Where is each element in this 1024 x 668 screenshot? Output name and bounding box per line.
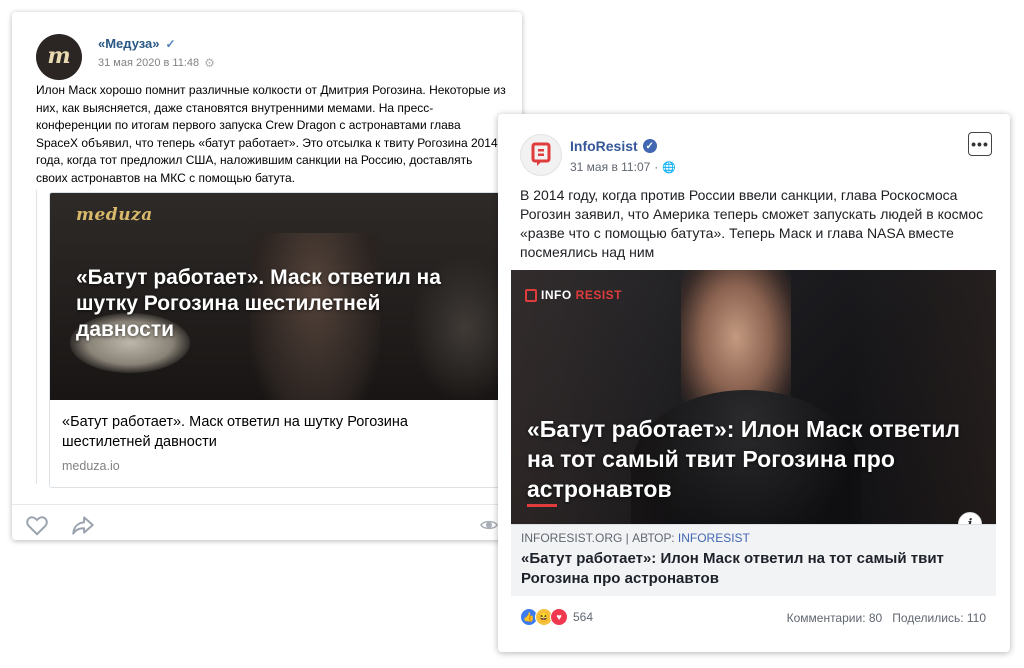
fb-link-author[interactable]: INFORESIST [678, 531, 750, 545]
shares-count[interactable]: Поделились: 110 [892, 611, 986, 625]
verified-check-icon: ✓ [165, 36, 176, 51]
inforesist-image-logo: INFO RESIST [525, 288, 622, 302]
fb-post-card: InfoResist ✓ 31 мая в 11:07 · 🌐 ••• В 20… [498, 114, 1010, 652]
image-logo-text-white: INFO [541, 288, 572, 302]
fb-stats: Комментарии: 80 Поделились: 110 [787, 611, 986, 625]
fb-date-text[interactable]: 31 мая в 11:07 [570, 160, 650, 174]
meduza-avatar[interactable]: m [36, 34, 82, 80]
share-icon[interactable] [70, 512, 96, 538]
fb-reactions[interactable]: 👍 😆 ♥ 564 [520, 608, 593, 626]
svg-text:m: m [47, 43, 70, 69]
vk-link-image[interactable]: meduza «Батут работает». Маск ответил на… [50, 193, 510, 400]
dot-separator: · [654, 160, 659, 174]
meduza-logo-icon: m [47, 43, 70, 69]
love-reaction-icon: ♥ [550, 608, 568, 626]
fb-link-site: INFORESIST.ORG | АВТОР: [521, 531, 678, 545]
more-options-icon[interactable]: ••• [968, 132, 992, 156]
vk-author[interactable]: «Медуза» ✓ [98, 36, 176, 51]
gear-icon[interactable]: ⚙ [204, 56, 215, 70]
verified-badge-icon: ✓ [642, 139, 657, 153]
vk-date-text[interactable]: 31 мая 2020 в 11:48 [98, 57, 199, 69]
eye-icon [480, 518, 498, 532]
inforesist-avatar[interactable] [520, 134, 562, 176]
fb-author-name[interactable]: InfoResist [570, 138, 638, 154]
fb-author[interactable]: InfoResist ✓ [570, 138, 657, 154]
comments-count[interactable]: Комментарии: 80 [787, 611, 883, 625]
vk-link-title[interactable]: «Батут работает». Маск ответил на шутку … [62, 412, 492, 452]
vk-post-text: Илон Маск хорошо помнит различные колкос… [36, 83, 506, 185]
inforesist-mark-icon [525, 288, 537, 302]
fb-image-title: «Батут работает»: Илон Маск ответил на т… [527, 416, 961, 502]
vk-link-snippet[interactable]: meduza «Батут работает». Маск ответил на… [49, 192, 511, 488]
inforesist-logo-icon [531, 142, 551, 166]
image-underline [527, 504, 557, 507]
fb-link-image[interactable]: INFO RESIST «Батут работает»: Илон Маск о… [511, 270, 996, 524]
image-logo-text-red: RESIST [575, 288, 623, 302]
vk-author-name[interactable]: «Медуза» [98, 36, 160, 51]
vk-post-card: m «Медуза» ✓ 31 мая 2020 в 11:48 ⚙ Илон … [12, 12, 522, 540]
fb-link-caption[interactable]: INFORESIST.ORG | АВТОР: INFORESIST «Бату… [511, 524, 996, 596]
fb-link-meta: INFORESIST.ORG | АВТОР: INFORESIST [521, 531, 750, 545]
vk-post-date: 31 мая 2020 в 11:48 ⚙ [98, 56, 215, 70]
vk-divider [12, 504, 522, 505]
fb-post-date: 31 мая в 11:07 · 🌐 [570, 160, 676, 174]
fb-link-title[interactable]: «Батут работает»: Илон Маск ответил на т… [521, 549, 981, 589]
heart-icon[interactable] [24, 512, 50, 538]
repost-line [36, 190, 37, 484]
vk-link-domain[interactable]: meduza.io [62, 459, 120, 473]
fb-post-text: В 2014 году, когда против России ввели с… [520, 187, 984, 260]
reactions-count[interactable]: 564 [573, 610, 593, 624]
meduza-image-logo: meduza [76, 205, 153, 225]
vk-image-title: «Батут работает». Маск ответил на шутку … [76, 266, 441, 341]
globe-icon: 🌐 [662, 161, 676, 174]
